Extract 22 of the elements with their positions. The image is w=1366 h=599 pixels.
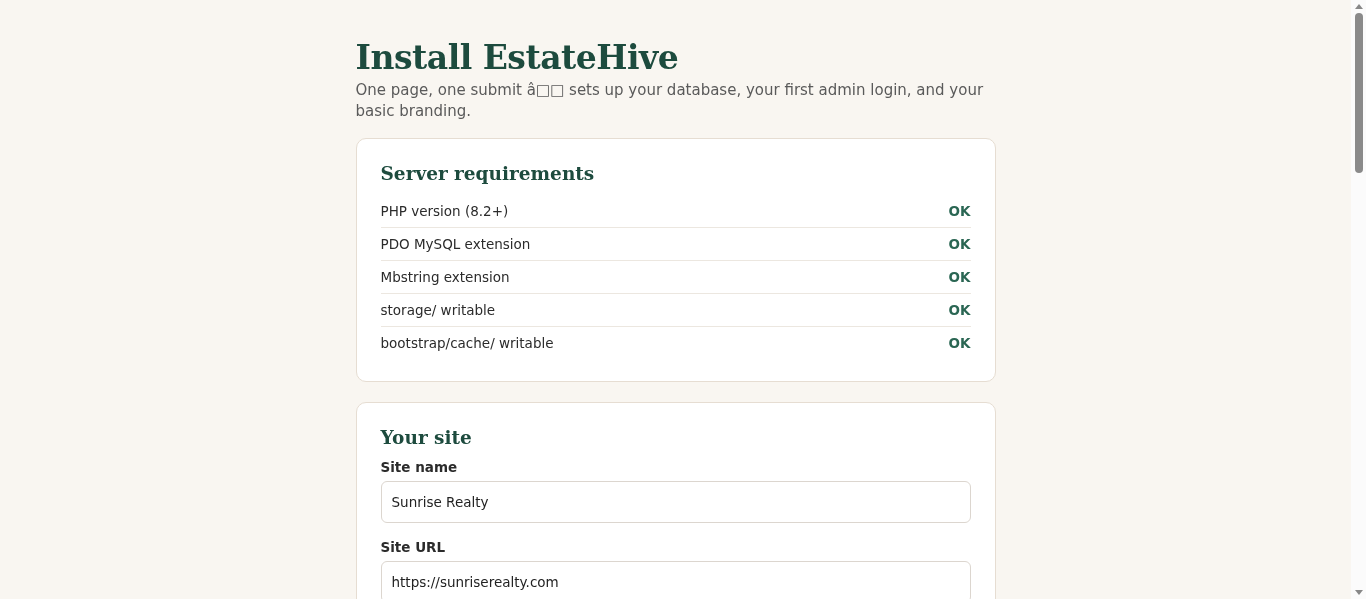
requirement-name: PDO MySQL extension	[380, 236, 531, 252]
requirement-status: OK	[948, 269, 971, 285]
requirement-status: OK	[948, 203, 971, 219]
requirement-name: bootstrap/cache/ writable	[380, 335, 554, 351]
requirement-status: OK	[948, 236, 971, 252]
requirement-name: storage/ writable	[380, 302, 496, 318]
requirement-name: PHP version (8.2+)	[380, 203, 509, 219]
field-label: Site name	[380, 459, 459, 475]
input-field[interactable]: Sunrise Realty	[380, 481, 971, 523]
page-title: Install EstateHive	[355, 38, 680, 78]
page-subtitle: One page, one submit â□□ sets up your database, your first admin login, and your basic branding.	[355, 80, 985, 122]
requirement-status: OK	[948, 335, 971, 351]
field-label: Site URL	[380, 539, 447, 555]
section-heading: Server requirements	[380, 162, 596, 186]
section-heading: Your site	[380, 426, 473, 450]
scroll-up-icon[interactable]	[1354, 4, 1363, 9]
scroll-down-icon[interactable]	[1354, 590, 1363, 595]
requirement-name: Mbstring extension	[380, 269, 510, 285]
scrollbar-thumb[interactable]	[1354, 13, 1363, 173]
requirement-status: OK	[948, 302, 971, 318]
input-field[interactable]: https://sunriserealty.com	[380, 561, 971, 599]
scrollbar[interactable]	[1351, 0, 1366, 599]
